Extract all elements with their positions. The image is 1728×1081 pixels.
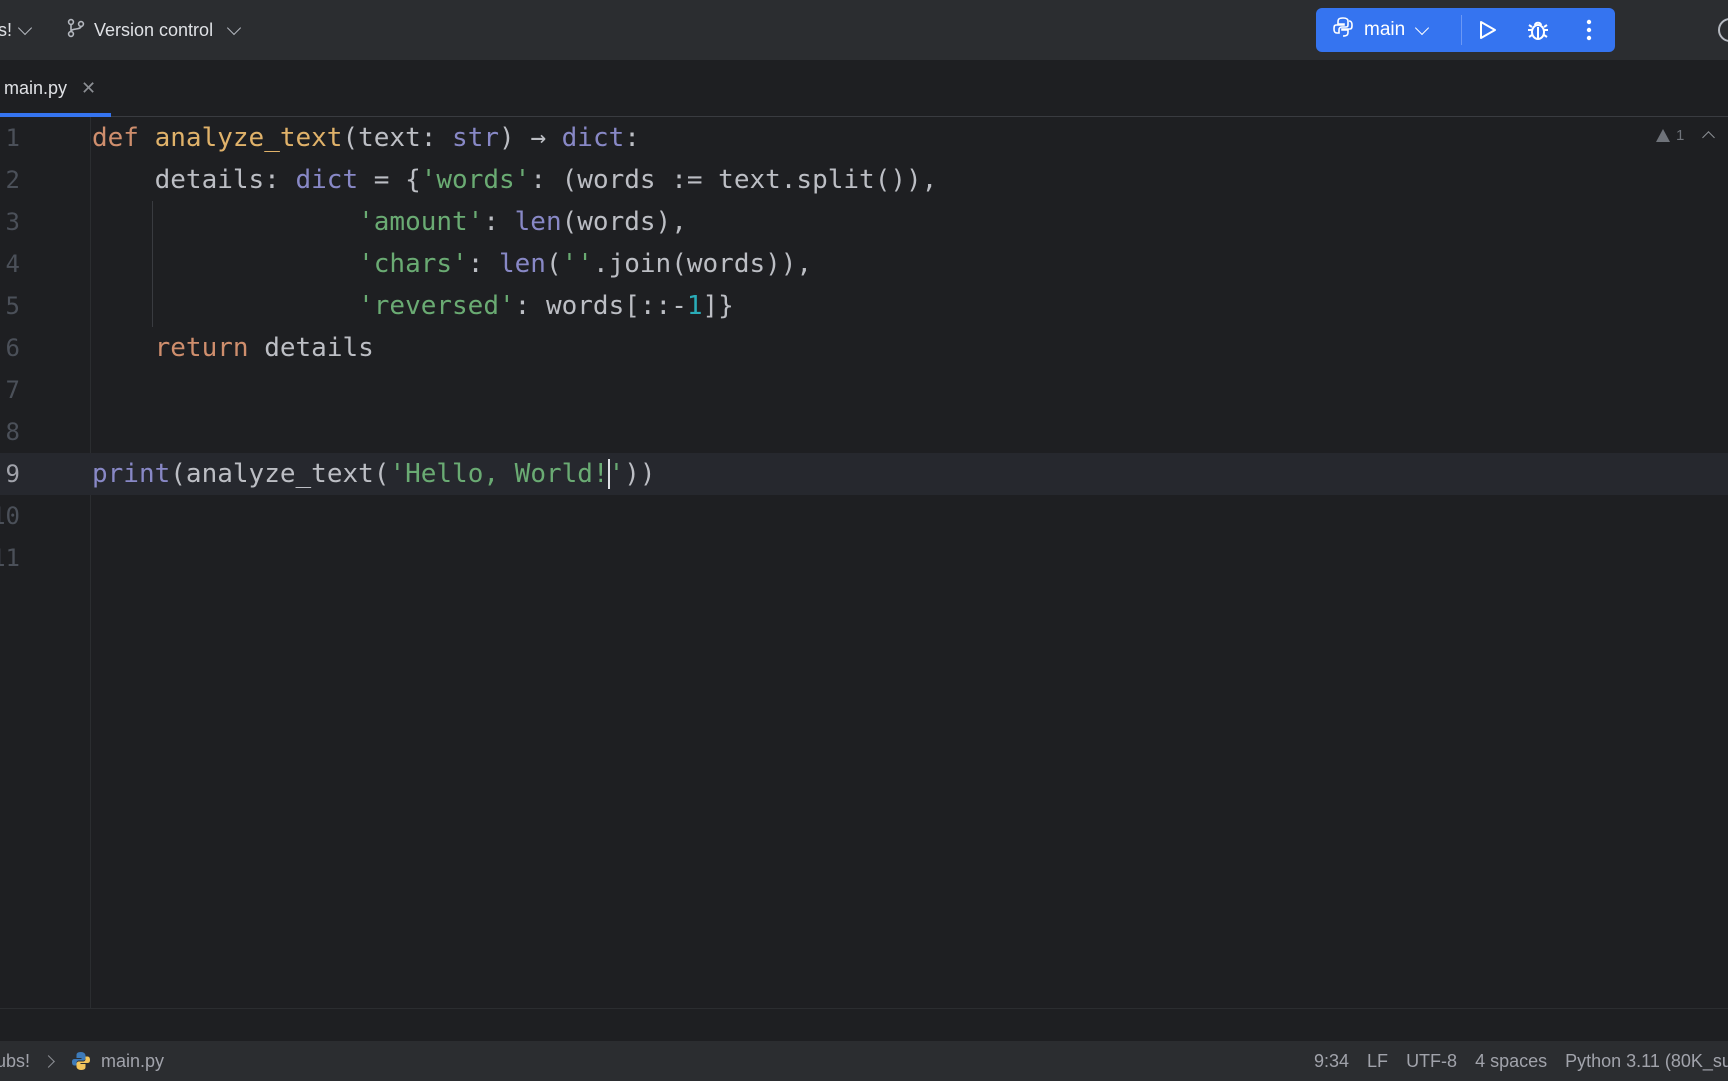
run-icon xyxy=(1476,19,1498,41)
code-text: 'reversed': words[::-1]} xyxy=(358,291,734,321)
code-line: 1 def analyze_text(text: str) → dict: xyxy=(0,117,1728,159)
line-number: 11 xyxy=(0,544,20,572)
code-text: details: dict = {'words': (words := text… xyxy=(92,165,938,195)
project-widget[interactable]: s! xyxy=(0,0,33,60)
code-editor[interactable]: 1 1 def analyze_text(text: str) → dict: … xyxy=(0,117,1728,1008)
close-icon[interactable]: ✕ xyxy=(81,78,96,99)
code-text: 'amount': len(words), xyxy=(358,207,687,237)
run-button[interactable] xyxy=(1462,8,1513,52)
status-bar: ubs! main.py 9:34 LF UTF-8 4 spaces Pyth… xyxy=(0,1040,1728,1081)
line-number: 6 xyxy=(5,334,20,362)
code-line: 10 xyxy=(0,495,1728,537)
line-separator[interactable]: LF xyxy=(1367,1051,1388,1072)
project-name: s! xyxy=(0,19,13,40)
line-number: 3 xyxy=(5,208,20,236)
main-toolbar: s! Version control main xyxy=(0,0,1728,61)
status-widgets: 9:34 LF UTF-8 4 spaces Python 3.11 (80K_… xyxy=(1314,1041,1728,1081)
version-control-widget[interactable]: Version control xyxy=(66,0,242,60)
breadcrumb-file[interactable]: main.py xyxy=(101,1051,164,1072)
code-line: 8 xyxy=(0,411,1728,453)
breadcrumb-project[interactable]: ubs! xyxy=(0,1051,30,1072)
line-number: 8 xyxy=(5,418,20,446)
search-icon[interactable] xyxy=(1718,18,1728,42)
code-line: 6 return details xyxy=(0,327,1728,369)
python-icon xyxy=(1332,16,1354,44)
line-number: 1 xyxy=(5,124,20,152)
code-line: 4 'chars': len(''.join(words)), xyxy=(0,243,1728,285)
line-number: 4 xyxy=(5,250,20,278)
line-number: 7 xyxy=(5,376,20,404)
code-line: 2 details: dict = {'words': (words := te… xyxy=(0,159,1728,201)
file-encoding[interactable]: UTF-8 xyxy=(1406,1051,1457,1072)
editor-tabs: main.py ✕ xyxy=(0,61,1728,117)
debug-button[interactable] xyxy=(1513,8,1564,52)
chevron-down-icon xyxy=(17,20,33,35)
run-configuration-selector[interactable]: main xyxy=(1316,8,1461,52)
line-number: 2 xyxy=(5,166,20,194)
version-control-label: Version control xyxy=(94,19,214,40)
code-line: 3 'amount': len(words), xyxy=(0,201,1728,243)
code-text: return details xyxy=(154,333,374,363)
run-config-name: main xyxy=(1364,19,1406,40)
horizontal-scrollbar[interactable] xyxy=(0,1008,1728,1041)
more-actions-button[interactable] xyxy=(1564,8,1615,52)
run-widget: main xyxy=(1316,8,1615,52)
line-number: 9 xyxy=(5,460,20,488)
indent-setting[interactable]: 4 spaces xyxy=(1475,1051,1547,1072)
chevron-right-icon xyxy=(42,1054,55,1068)
more-vertical-icon xyxy=(1586,19,1592,41)
tab-main-py[interactable]: main.py ✕ xyxy=(0,61,111,116)
code-line: 7 xyxy=(0,369,1728,411)
caret-position[interactable]: 9:34 xyxy=(1314,1051,1349,1072)
code-text: 'chars': len(''.join(words)), xyxy=(358,249,813,279)
code-line: 11 xyxy=(0,537,1728,579)
tab-label: main.py xyxy=(4,78,68,98)
line-number: 10 xyxy=(0,502,20,530)
chevron-down-icon xyxy=(1415,20,1430,35)
code-text: print(analyze_text('Hello, World!')) xyxy=(92,458,656,490)
branch-icon xyxy=(66,18,86,43)
debug-icon xyxy=(1526,18,1550,42)
line-number: 5 xyxy=(5,292,20,320)
chevron-down-icon xyxy=(227,20,242,35)
current-code-line: 9 print(analyze_text('Hello, World!')) xyxy=(0,453,1728,495)
code-line: 5 'reversed': words[::-1]} xyxy=(0,285,1728,327)
python-interpreter[interactable]: Python 3.11 (80K_su xyxy=(1565,1051,1728,1072)
code-text: def analyze_text(text: str) → dict: xyxy=(92,123,640,153)
breadcrumb: ubs! main.py xyxy=(0,1041,164,1081)
python-file-icon xyxy=(71,1051,91,1071)
